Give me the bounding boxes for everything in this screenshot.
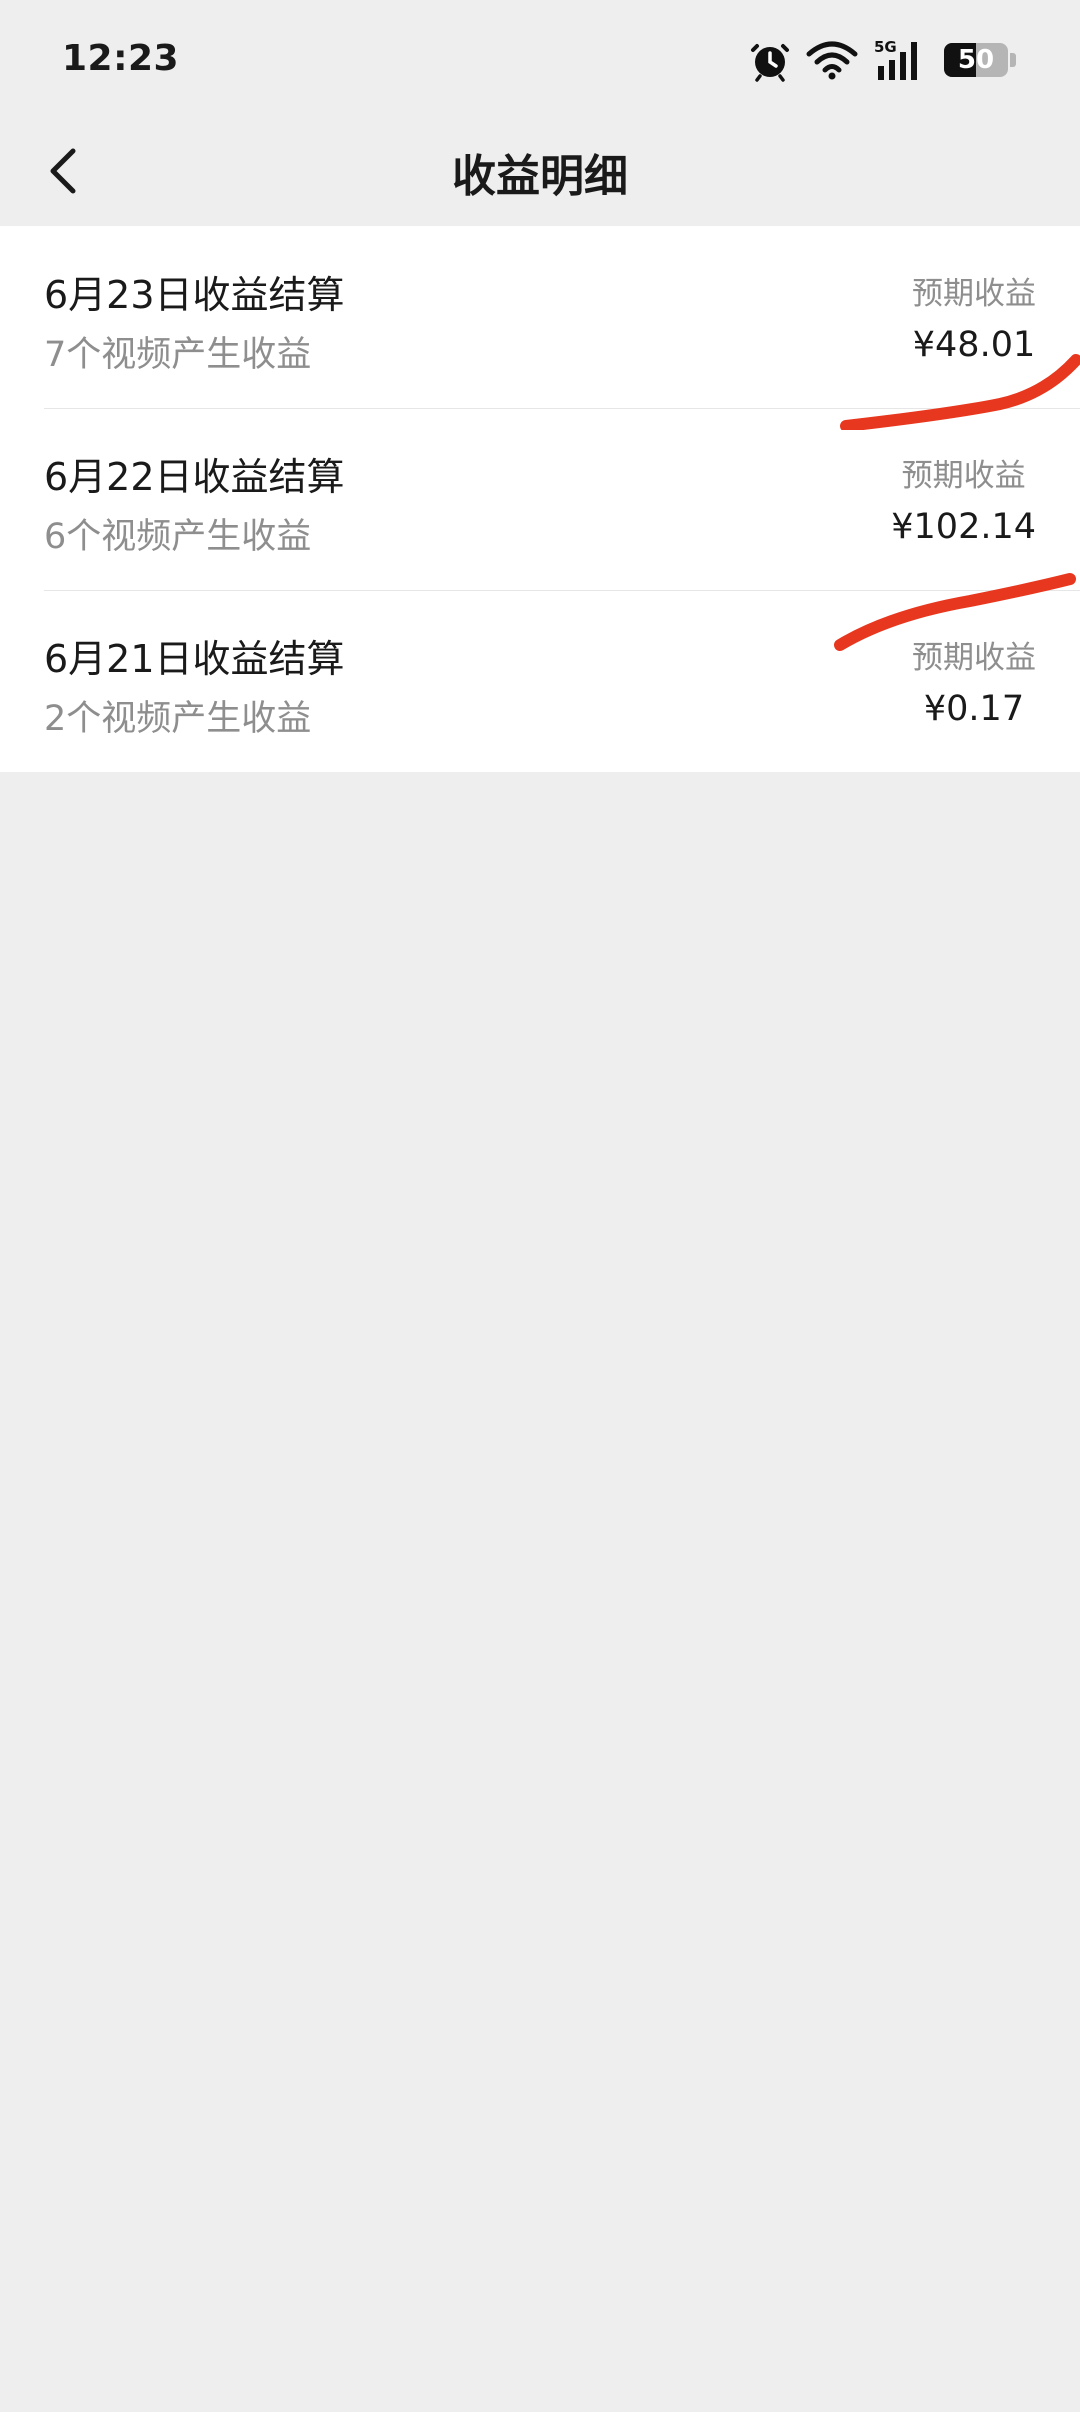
svg-text:5G: 5G [874, 38, 897, 56]
income-item-title: 6月22日收益结算 [44, 455, 345, 499]
battery-level: 50 [957, 45, 995, 75]
income-list-item[interactable]: 6月21日收益结算 2个视频产生收益 预期收益 ¥0.17 [0, 590, 1080, 772]
income-item-subtitle: 6个视频产生收益 [44, 517, 312, 557]
signal-5g-icon: 5G [874, 38, 928, 82]
battery-icon: 50 [944, 43, 1016, 77]
income-item-title: 6月21日收益结算 [44, 637, 345, 681]
expected-income-label: 预期收益 [912, 640, 1036, 676]
alarm-icon [750, 38, 790, 82]
status-bar: 12:23 5G 50 [0, 0, 1080, 120]
status-icons: 5G 50 [750, 36, 1016, 84]
income-item-right: 预期收益 ¥102.14 [891, 450, 1036, 547]
income-detail-screen: 12:23 5G 50 收益明细 6月23日收益结算 7个视频产生收益 预期收益… [0, 0, 1080, 2412]
expected-income-label: 预期收益 [912, 276, 1036, 312]
income-list-item[interactable]: 6月22日收益结算 6个视频产生收益 预期收益 ¥102.14 [0, 408, 1080, 590]
income-amount: ¥48.01 [912, 325, 1036, 365]
income-item-right: 预期收益 ¥48.01 [912, 268, 1036, 365]
page-title: 收益明细 [452, 151, 628, 202]
expected-income-label: 预期收益 [901, 458, 1026, 494]
income-item-subtitle: 2个视频产生收益 [44, 699, 312, 739]
status-time: 12:23 [62, 38, 180, 79]
wifi-icon [806, 40, 858, 80]
income-amount: ¥102.14 [891, 507, 1036, 547]
income-item-right: 预期收益 ¥0.17 [912, 632, 1036, 729]
income-amount: ¥0.17 [923, 689, 1025, 729]
nav-bar: 收益明细 [0, 120, 1080, 225]
income-item-subtitle: 7个视频产生收益 [44, 335, 312, 375]
income-list: 6月23日收益结算 7个视频产生收益 预期收益 ¥48.01 6月22日收益结算… [0, 226, 1080, 772]
income-list-item[interactable]: 6月23日收益结算 7个视频产生收益 预期收益 ¥48.01 [0, 226, 1080, 408]
income-item-title: 6月23日收益结算 [44, 273, 345, 317]
